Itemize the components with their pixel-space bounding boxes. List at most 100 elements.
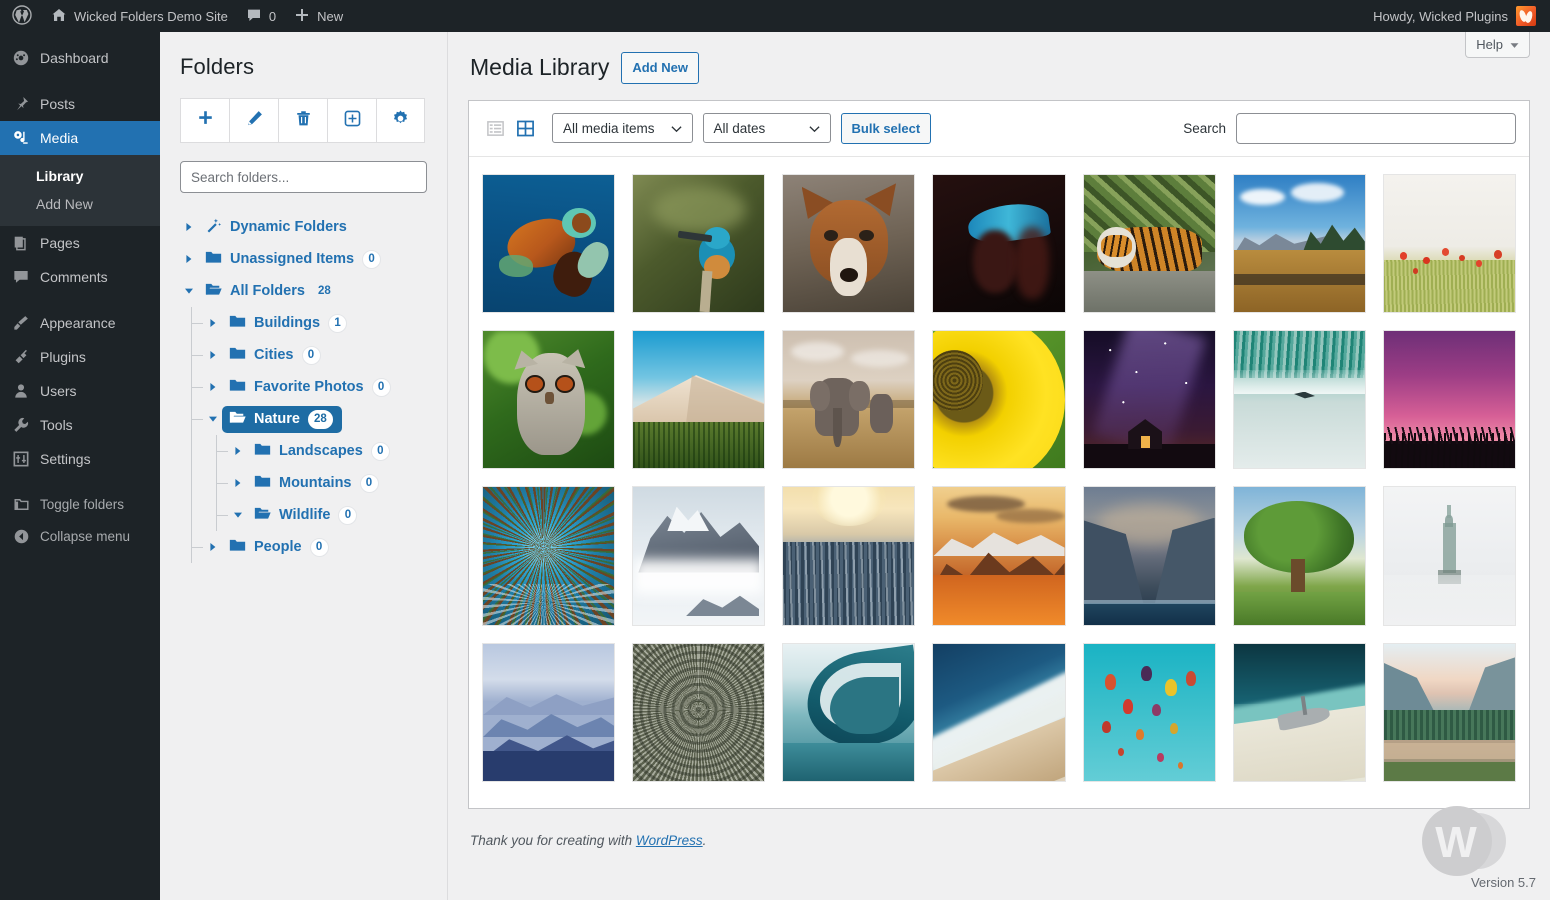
bulk-select-button[interactable]: Bulk select	[841, 113, 932, 145]
folder-tree-item-wildlife[interactable]: Wildlife 0	[180, 499, 427, 531]
folder-tree-item-pill[interactable]: Cities 0	[222, 342, 330, 369]
expand-all-button[interactable]	[327, 98, 376, 143]
folder-tree-item-landscapes[interactable]: Landscapes 0	[180, 435, 427, 467]
chevron-right-icon[interactable]	[229, 435, 247, 467]
folder-tree-item-pill[interactable]: Unassigned Items 0	[198, 246, 390, 273]
chevron-right-icon[interactable]	[180, 243, 198, 275]
media-item-aerial-shoreline[interactable]	[932, 643, 1065, 782]
chevron-right-icon[interactable]	[204, 339, 222, 371]
folder-tree-item-pill[interactable]: Nature 28	[222, 406, 342, 433]
media-item-sea-turtle[interactable]	[482, 174, 615, 313]
sidebar-item-toggle-folders[interactable]: Toggle folders	[0, 488, 160, 520]
media-item-owl[interactable]	[482, 330, 615, 469]
sidebar-item-pages[interactable]: Pages	[0, 226, 160, 260]
media-item-lone-tree-field[interactable]	[1233, 486, 1366, 625]
sidebar-item-collapse-menu[interactable]: Collapse menu	[0, 520, 160, 552]
media-item-yosemite-valley[interactable]	[1383, 643, 1516, 782]
wordpress-link[interactable]: WordPress	[636, 833, 703, 848]
help-button[interactable]: Help	[1465, 32, 1530, 58]
folder-tree-item-pill[interactable]: Buildings 1	[222, 310, 356, 337]
media-item-orange-mountain-sunset[interactable]	[932, 486, 1065, 625]
edit-folder-button[interactable]	[229, 98, 278, 143]
folder-tree-item-cities[interactable]: Cities 0	[180, 339, 427, 371]
sidebar-item-media[interactable]: Media	[0, 121, 160, 155]
add-folder-button[interactable]	[180, 98, 229, 143]
folder-tree-item-favorite-photos[interactable]: Favorite Photos 0	[180, 371, 427, 403]
media-item-hot-air-balloons[interactable]	[1083, 643, 1216, 782]
folder-search-input[interactable]	[180, 161, 427, 193]
thumbnail-image	[933, 175, 1064, 312]
folder-tree-item-pill[interactable]: Mountains 0	[247, 470, 388, 497]
media-item-snowy-peak-clouds[interactable]	[632, 486, 765, 625]
folder-tree-item-pill[interactable]: Landscapes 0	[247, 438, 399, 465]
media-item-purple-pink-sunset[interactable]	[1383, 330, 1516, 469]
folder-tree-item-pill[interactable]: Wildlife 0	[247, 502, 366, 529]
list-view-icon[interactable]	[482, 115, 508, 141]
media-item-sunflower[interactable]	[932, 330, 1065, 469]
sidebar-item-dashboard[interactable]: Dashboard	[0, 41, 160, 75]
folder-tree-item-buildings[interactable]: Buildings 1	[180, 307, 427, 339]
folder-tree-item-pill[interactable]: All Folders 28	[198, 278, 345, 305]
folder-settings-button[interactable]	[376, 98, 425, 143]
folder-tree-item-pill[interactable]: Dynamic Folders	[198, 213, 356, 242]
folder-tree-item-pill[interactable]: People 0	[222, 534, 338, 561]
media-type-filter-select[interactable]: All media items	[552, 113, 693, 143]
folder-tree-item-pill[interactable]: Favorite Photos 0	[222, 374, 400, 401]
media-item-ocean-wave[interactable]	[782, 643, 915, 782]
folder-tree-item-unassigned-items[interactable]: Unassigned Items 0	[180, 243, 427, 275]
media-item-mountain-meadow[interactable]	[1233, 174, 1366, 313]
howdy-label[interactable]: Howdy, Wicked Plugins	[1373, 9, 1508, 24]
sidebar-item-settings[interactable]: Settings	[0, 442, 160, 476]
media-item-red-fox[interactable]	[782, 174, 915, 313]
folder-tree-item-mountains[interactable]: Mountains 0	[180, 467, 427, 499]
chevron-down-icon[interactable]	[204, 403, 222, 435]
chevron-down-icon[interactable]	[180, 275, 198, 307]
media-item-blue-snake[interactable]	[932, 174, 1065, 313]
date-filter-select[interactable]: All dates	[703, 113, 831, 143]
chevron-down-icon[interactable]	[229, 499, 247, 531]
media-item-sand-dune[interactable]	[632, 330, 765, 469]
media-item-blue-mountain-layers[interactable]	[482, 643, 615, 782]
media-item-elephants-savanna[interactable]	[782, 330, 915, 469]
media-item-poppy-field[interactable]	[1383, 174, 1516, 313]
wordpress-logo-button[interactable]	[0, 0, 42, 32]
sidebar-item-tools[interactable]: Tools	[0, 408, 160, 442]
media-item-fjord-valley[interactable]	[1083, 486, 1216, 625]
chevron-right-icon[interactable]	[204, 531, 222, 563]
media-item-bird-over-waterfall[interactable]	[1233, 330, 1366, 469]
new-content-button[interactable]: New	[285, 0, 352, 32]
media-item-aerial-forest[interactable]	[632, 643, 765, 782]
delete-folder-button[interactable]	[278, 98, 327, 143]
folder-tree-item-all-folders[interactable]: All Folders 28	[180, 275, 427, 307]
media-item-forest-canopy-upward[interactable]	[482, 486, 615, 625]
grid-view-icon[interactable]	[512, 115, 538, 141]
sidebar-item-plugins[interactable]: Plugins	[0, 340, 160, 374]
folder-tree-item-people[interactable]: People 0	[180, 531, 427, 563]
media-item-boat-on-beach[interactable]	[1233, 643, 1366, 782]
sidebar-item-appearance[interactable]: Appearance	[0, 306, 160, 340]
media-item-tiger-on-rock[interactable]	[1083, 174, 1216, 313]
avatar[interactable]	[1516, 6, 1536, 26]
comments-button[interactable]: 0	[237, 0, 285, 32]
folder-tree-item-nature[interactable]: Nature 28	[180, 403, 427, 435]
folder-tree-item-dynamic-folders[interactable]: Dynamic Folders	[180, 211, 427, 243]
media-item-kingfisher-bird[interactable]	[632, 174, 765, 313]
folder-icon	[229, 538, 246, 556]
search-input[interactable]	[1236, 113, 1516, 144]
chevron-right-icon[interactable]	[180, 211, 198, 243]
tree-tick	[216, 451, 228, 452]
sidebar-item-posts[interactable]: Posts	[0, 87, 160, 121]
chevron-right-icon[interactable]	[204, 371, 222, 403]
media-item-milky-way-church[interactable]	[1083, 330, 1216, 469]
chevron-right-icon[interactable]	[204, 307, 222, 339]
chevron-right-icon[interactable]	[229, 467, 247, 499]
folders-toolbar	[180, 98, 427, 143]
sidebar-item-library[interactable]: Library	[0, 162, 160, 190]
media-item-statue-of-liberty-fog[interactable]	[1383, 486, 1516, 625]
add-new-media-button[interactable]: Add New	[621, 52, 699, 84]
media-item-sunrise-over-forest[interactable]	[782, 486, 915, 625]
site-name-button[interactable]: Wicked Folders Demo Site	[42, 0, 237, 32]
sidebar-item-users[interactable]: Users	[0, 374, 160, 408]
sidebar-item-add-new-media[interactable]: Add New	[0, 190, 160, 218]
sidebar-item-comments[interactable]: Comments	[0, 260, 160, 294]
